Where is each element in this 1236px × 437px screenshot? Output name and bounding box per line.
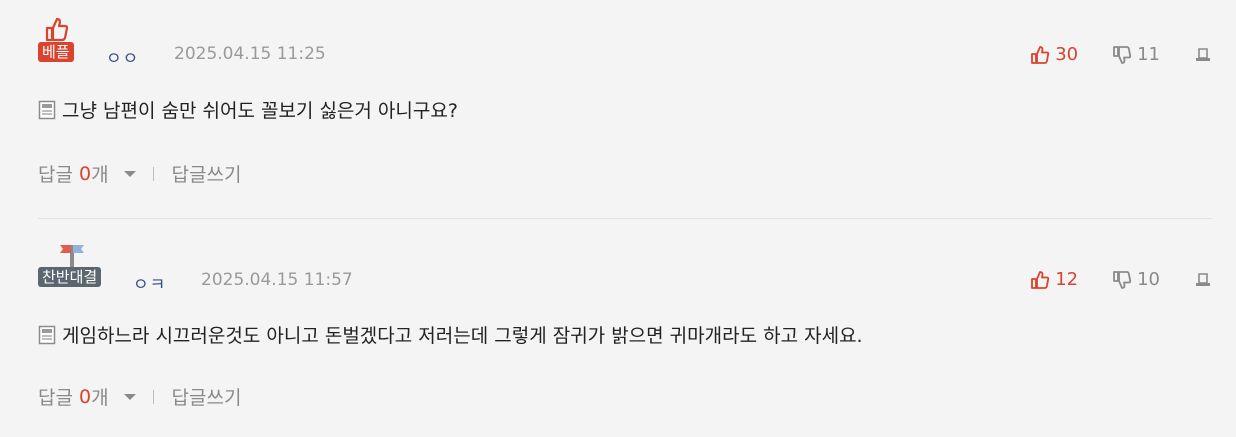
nickname[interactable]: ㅇㅋ — [133, 270, 166, 295]
write-reply-button[interactable]: 답글쓰기 — [172, 160, 242, 187]
comment-actions: 30 11 — [996, 44, 1212, 65]
reply-bar: 답글 0 개 답글쓰기 — [38, 160, 241, 187]
divider — [152, 389, 154, 404]
thumbs-down-icon — [1113, 270, 1132, 289]
write-reply-button[interactable]: 답글쓰기 — [172, 383, 242, 410]
dislike-button[interactable]: 11 — [1112, 44, 1160, 65]
comment-text: 게임하느라 시끄러운것도 아니고 돈벌겠다고 저러는데 그렇게 잠귀가 밝으면 … — [62, 325, 863, 347]
comment-body: 그냥 남편이 숨만 쉬어도 꼴보기 싫은거 아니구요? — [38, 96, 458, 123]
comment-datetime: 2025.04.15 11:25 — [174, 44, 326, 64]
reply-toggle-label[interactable]: 답글 — [38, 383, 73, 410]
dislike-count: 11 — [1137, 44, 1160, 65]
divider — [152, 166, 154, 181]
like-count: 12 — [1055, 269, 1079, 290]
reply-count-unit[interactable]: 개 — [91, 160, 108, 187]
like-button[interactable]: 30 — [1030, 44, 1078, 65]
dislike-button[interactable]: 10 — [1112, 269, 1160, 290]
reply-count[interactable]: 0 — [79, 163, 91, 185]
reply-toggle-label[interactable]: 답글 — [38, 160, 73, 187]
report-button[interactable] — [1194, 271, 1212, 289]
like-count: 30 — [1055, 44, 1079, 65]
debate-badge: 찬반대결 — [38, 241, 102, 287]
thumbs-down-icon — [1113, 45, 1132, 64]
thumbs-up-icon — [1031, 45, 1050, 64]
report-icon — [1196, 47, 1210, 61]
like-button[interactable]: 12 — [1030, 269, 1078, 290]
chevron-down-icon[interactable] — [123, 393, 137, 401]
comment-datetime: 2025.04.15 11:57 — [201, 270, 353, 290]
thumbs-up-icon — [45, 17, 68, 42]
reply-bar: 답글 0 개 답글쓰기 — [38, 383, 241, 410]
report-button[interactable] — [1194, 46, 1212, 64]
reply-count[interactable]: 0 — [79, 386, 91, 408]
report-icon — [1196, 272, 1210, 286]
best-badge: 베플 — [38, 16, 74, 62]
comment-body: 게임하느라 시끄러운것도 아니고 돈벌겠다고 저러는데 그렇게 잠귀가 밝으면 … — [38, 321, 863, 348]
nickname[interactable]: ㅇㅇ — [106, 44, 139, 69]
document-icon — [38, 325, 56, 344]
document-icon — [38, 100, 56, 119]
dislike-count: 10 — [1137, 269, 1160, 290]
badge-label: 찬반대결 — [38, 267, 102, 287]
badge-label: 베플 — [38, 42, 74, 62]
flags-icon — [59, 245, 84, 267]
comment-item: 찬반대결 ㅇㅋ 2025.04.15 11:57 12 10 게임하느라 시끄러… — [38, 218, 1212, 437]
comment-actions: 12 10 — [996, 269, 1212, 290]
thumbs-up-icon — [1031, 270, 1050, 289]
reply-count-unit[interactable]: 개 — [91, 383, 108, 410]
comment-item: 베플 ㅇㅇ 2025.04.15 11:25 30 11 그냥 남편이 숨만 쉬… — [38, 0, 1212, 218]
chevron-down-icon[interactable] — [123, 170, 137, 178]
comment-text: 그냥 남편이 숨만 쉬어도 꼴보기 싫은거 아니구요? — [62, 100, 458, 122]
